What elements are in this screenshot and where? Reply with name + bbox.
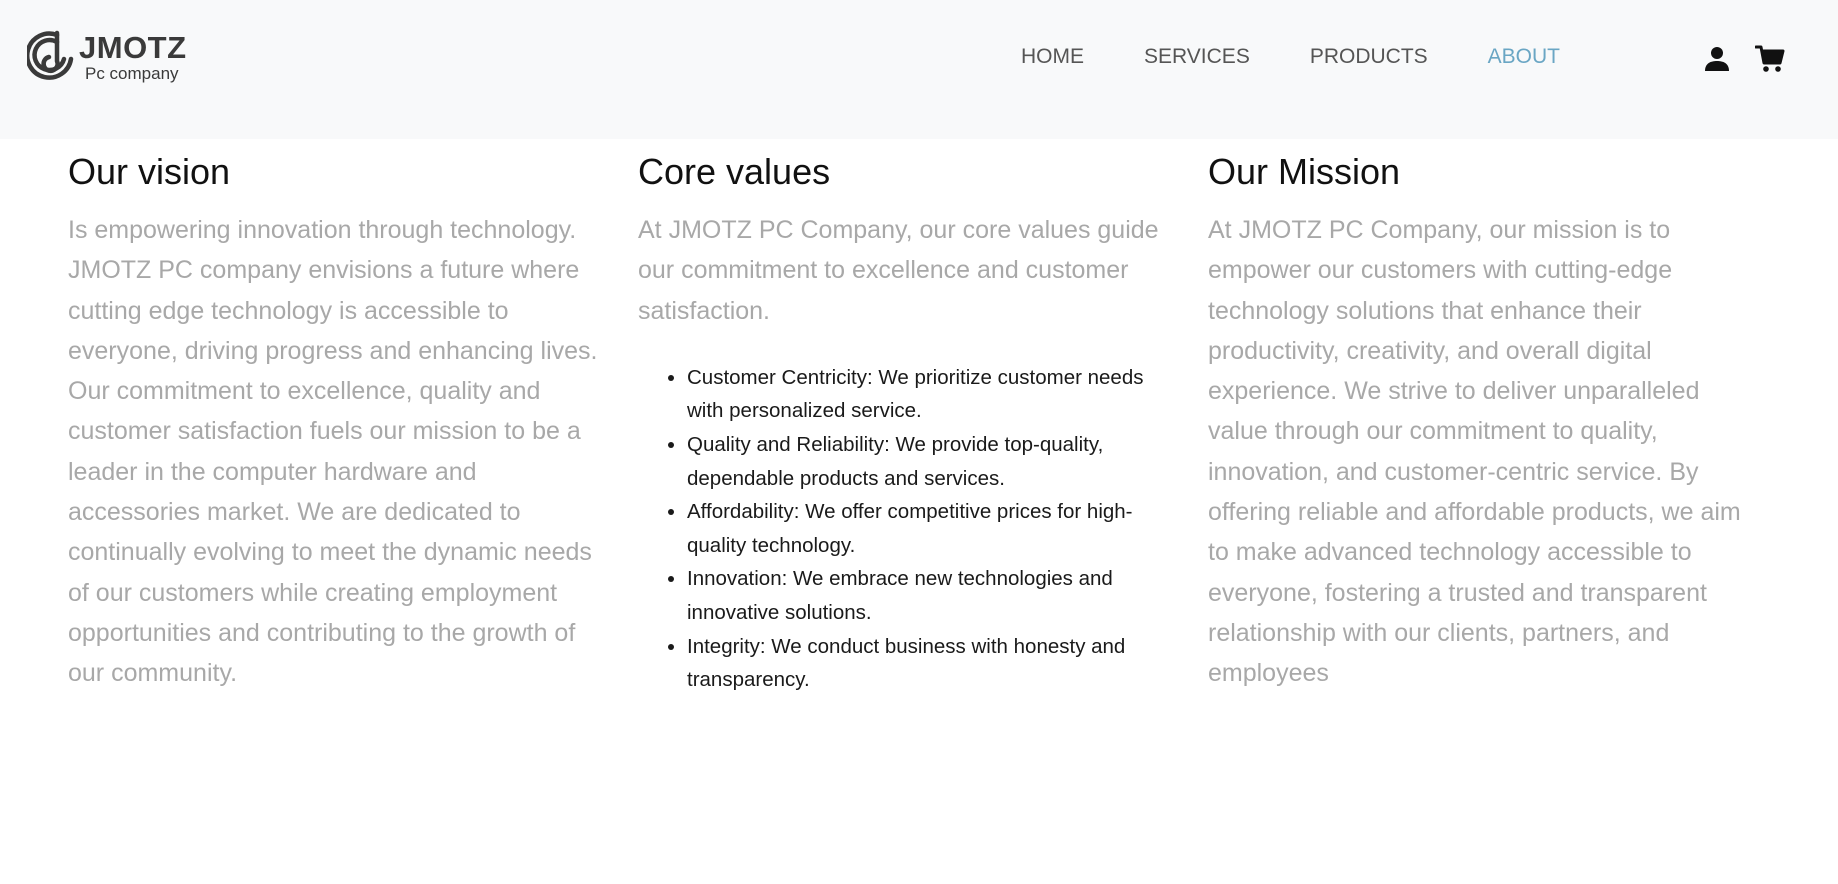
jmotz-logo-mark-icon [27,30,74,80]
core-values-heading: Core values [638,151,831,192]
cart-icon[interactable] [1754,44,1785,79]
main-nav: HOME SERVICES PRODUCTS ABOUT [1021,45,1560,69]
list-item: Customer Centricity: We prioritize custo… [687,361,1168,428]
mission-heading: Our Mission [1208,151,1401,192]
vision-section: Our vision Is empowering innovation thro… [68,150,608,694]
nav-about[interactable]: ABOUT [1488,45,1560,69]
mission-text: At JMOTZ PC Company, our mission is to e… [1208,216,1741,688]
mission-section: Our Mission At JMOTZ PC Company, our mis… [1208,150,1748,694]
list-item: Quality and Reliability: We provide top-… [687,428,1168,495]
header-actions [1703,44,1785,79]
core-values-list: Customer Centricity: We prioritize custo… [638,361,1168,697]
top-navbar: JMOTZ Pc company HOME SERVICES PRODUCTS … [0,0,1838,139]
nav-products[interactable]: PRODUCTS [1310,45,1428,69]
list-item: Innovation: We embrace new technologies … [687,562,1168,629]
core-values-intro: At JMOTZ PC Company, our core values gui… [638,216,1159,325]
list-item: Integrity: We conduct business with hone… [687,630,1168,697]
brand-name: JMOTZ [79,30,187,65]
user-icon[interactable] [1703,45,1731,78]
vision-heading: Our vision [68,151,231,192]
nav-services[interactable]: SERVICES [1144,45,1250,69]
list-item: Affordability: We offer competitive pric… [687,495,1168,562]
brand-tagline: Pc company [85,64,179,83]
core-values-section: Core values At JMOTZ PC Company, our cor… [638,150,1168,697]
nav-home[interactable]: HOME [1021,45,1084,69]
brand-logo[interactable]: JMOTZ Pc company [27,27,197,87]
vision-text: Is empowering innovation through technol… [68,216,598,688]
